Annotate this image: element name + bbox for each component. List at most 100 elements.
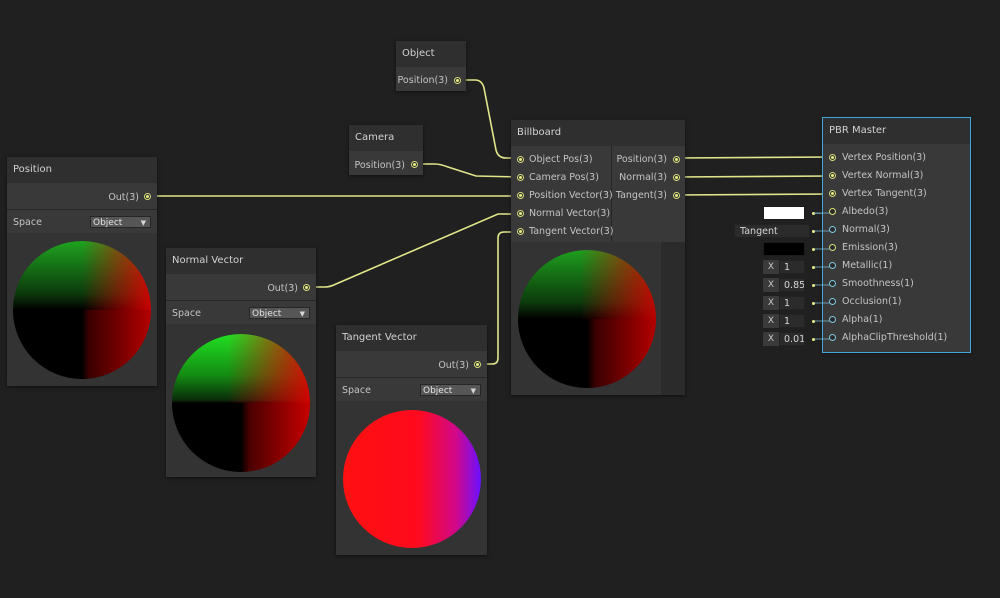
wire-billboard-position-to-vertex-position — [675, 156, 834, 159]
pbr-input-port-vertex-position[interactable] — [829, 154, 836, 161]
normal-vector-out-label: Out(3) — [267, 283, 298, 294]
billboard-output-port-tangent[interactable] — [673, 192, 680, 199]
position-node-title: Position — [7, 157, 157, 183]
position-node[interactable]: Position Out(3) Space Object ▼ — [7, 157, 157, 386]
occlusion-field[interactable]: 1 — [779, 296, 805, 310]
tangent-vector-preview-sphere — [343, 410, 481, 548]
billboard-input-camera-pos: Camera Pos(3) — [529, 172, 599, 183]
billboard-input-port-object-pos[interactable] — [517, 156, 524, 163]
albedo-color-swatch[interactable] — [763, 206, 805, 220]
pbr-input-vertex-position: Vertex Position(3) — [842, 152, 927, 163]
billboard-output-port-normal[interactable] — [673, 174, 680, 181]
camera-node[interactable]: Camera Position(3) — [349, 125, 423, 175]
normal-vector-preview — [166, 324, 316, 477]
billboard-input-tangent-vector: Tangent Vector(3) — [529, 226, 614, 237]
pbr-input-alpha: Alpha(1) — [842, 314, 883, 325]
pbr-input-vertex-normal: Vertex Normal(3) — [842, 170, 924, 181]
tangent-vector-space-dropdown[interactable]: Object ▼ — [420, 384, 481, 396]
camera-node-title: Camera — [349, 125, 423, 151]
normal-space-field[interactable]: Tangent Space — [734, 224, 810, 238]
pbr-input-occlusion: Occlusion(1) — [842, 296, 902, 307]
normal-link-dot — [812, 230, 815, 233]
alpha-field[interactable]: 1 — [779, 314, 805, 328]
billboard-node[interactable]: Billboard Object Pos(3) Camera Pos(3) Po… — [511, 120, 685, 395]
wire-normal-out-to-normal-vector — [308, 213, 520, 288]
billboard-input-port-camera-pos[interactable] — [517, 174, 524, 181]
pbr-input-port-smoothness[interactable] — [829, 280, 836, 287]
pbr-input-port-vertex-tangent[interactable] — [829, 190, 836, 197]
object-node[interactable]: Object Position(3) — [396, 41, 466, 91]
pbr-input-vertex-tangent: Vertex Tangent(3) — [842, 188, 927, 199]
pbr-input-smoothness: Smoothness(1) — [842, 278, 914, 289]
tangent-vector-out-port[interactable] — [474, 361, 481, 368]
normal-vector-space-dropdown[interactable]: Object ▼ — [249, 307, 310, 319]
position-space-label: Space — [13, 217, 42, 228]
billboard-input-port-normal-vector[interactable] — [517, 210, 524, 217]
camera-position-output-label: Position(3) — [354, 160, 405, 171]
pbr-input-albedo: Albedo(3) — [842, 206, 889, 217]
wire-camera-position-to-camera-pos — [415, 163, 521, 178]
billboard-preview — [511, 242, 661, 395]
position-space-dropdown[interactable]: Object ▼ — [90, 216, 151, 228]
tangent-vector-node-title: Tangent Vector — [336, 325, 487, 351]
billboard-output-normal: Normal(3) — [619, 172, 667, 183]
position-space-value: Object — [93, 218, 123, 228]
position-out-port[interactable] — [144, 193, 151, 200]
billboard-input-position-vector: Position Vector(3) — [529, 190, 613, 201]
alpha-clip-field[interactable]: 0.01 — [779, 332, 805, 346]
pbr-input-port-normal[interactable] — [829, 226, 836, 233]
billboard-input-object-pos: Object Pos(3) — [529, 154, 593, 165]
tangent-vector-space-value: Object — [423, 386, 453, 396]
object-position-output-port[interactable] — [454, 77, 461, 84]
tangent-vector-node[interactable]: Tangent Vector Out(3) Space Object ▼ — [336, 325, 487, 555]
chevron-down-icon: ▼ — [140, 219, 146, 227]
billboard-output-tangent: Tangent(3) — [615, 190, 667, 201]
chevron-down-icon: ▼ — [470, 387, 476, 395]
billboard-output-position: Position(3) — [616, 154, 667, 165]
metallic-link-dot — [812, 266, 815, 269]
pbr-input-port-alpha-clip-threshold[interactable] — [829, 334, 836, 341]
billboard-input-port-position-vector[interactable] — [517, 192, 524, 199]
wire-billboard-normal-to-vertex-normal — [675, 175, 834, 178]
metallic-field[interactable]: 1 — [779, 260, 805, 274]
camera-position-output-port[interactable] — [411, 161, 418, 168]
pbr-input-port-emission[interactable] — [829, 244, 836, 251]
position-preview — [7, 233, 157, 386]
normal-vector-space-value: Object — [252, 309, 282, 319]
normal-vector-out-port[interactable] — [303, 284, 310, 291]
billboard-input-port-tangent-vector[interactable] — [517, 228, 524, 235]
tangent-vector-preview — [336, 401, 487, 555]
chevron-down-icon: ▼ — [299, 310, 305, 318]
pbr-input-port-albedo[interactable] — [829, 208, 836, 215]
normal-vector-node[interactable]: Normal Vector Out(3) Space Object ▼ — [166, 248, 316, 477]
pbr-input-port-vertex-normal[interactable] — [829, 172, 836, 179]
pbr-input-normal: Normal(3) — [842, 224, 890, 235]
pbr-input-port-metallic[interactable] — [829, 262, 836, 269]
pbr-master-node[interactable]: PBR Master Vertex Position(3) Vertex Nor… — [822, 117, 971, 353]
position-out-label: Out(3) — [108, 192, 139, 203]
billboard-output-port-position[interactable] — [673, 156, 680, 163]
pbr-input-alpha-clip-threshold: AlphaClipThreshold(1) — [842, 332, 948, 343]
alpha-x-label: X — [763, 314, 779, 328]
billboard-node-title: Billboard — [511, 120, 685, 146]
metallic-x-label: X — [763, 260, 779, 274]
pbr-input-metallic: Metallic(1) — [842, 260, 893, 271]
smoothness-x-label: X — [763, 278, 779, 292]
pbr-input-emission: Emission(3) — [842, 242, 898, 253]
wire-billboard-tangent-to-vertex-tangent — [675, 193, 834, 196]
normal-vector-node-title: Normal Vector — [166, 248, 316, 274]
occlusion-x-label: X — [763, 296, 779, 310]
alpha-clip-x-label: X — [763, 332, 779, 346]
smoothness-field[interactable]: 0.85 — [779, 278, 805, 292]
tangent-vector-out-label: Out(3) — [438, 360, 469, 371]
normal-vector-space-label: Space — [172, 308, 201, 319]
emission-color-swatch[interactable] — [763, 242, 805, 256]
pbr-input-port-alpha[interactable] — [829, 316, 836, 323]
object-node-title: Object — [396, 41, 466, 67]
emission-link-dot — [812, 248, 815, 251]
object-position-output-label: Position(3) — [397, 75, 448, 86]
tangent-vector-space-label: Space — [342, 385, 371, 396]
billboard-input-normal-vector: Normal Vector(3) — [529, 208, 611, 219]
alpha-link-dot — [812, 320, 815, 323]
pbr-input-port-occlusion[interactable] — [829, 298, 836, 305]
